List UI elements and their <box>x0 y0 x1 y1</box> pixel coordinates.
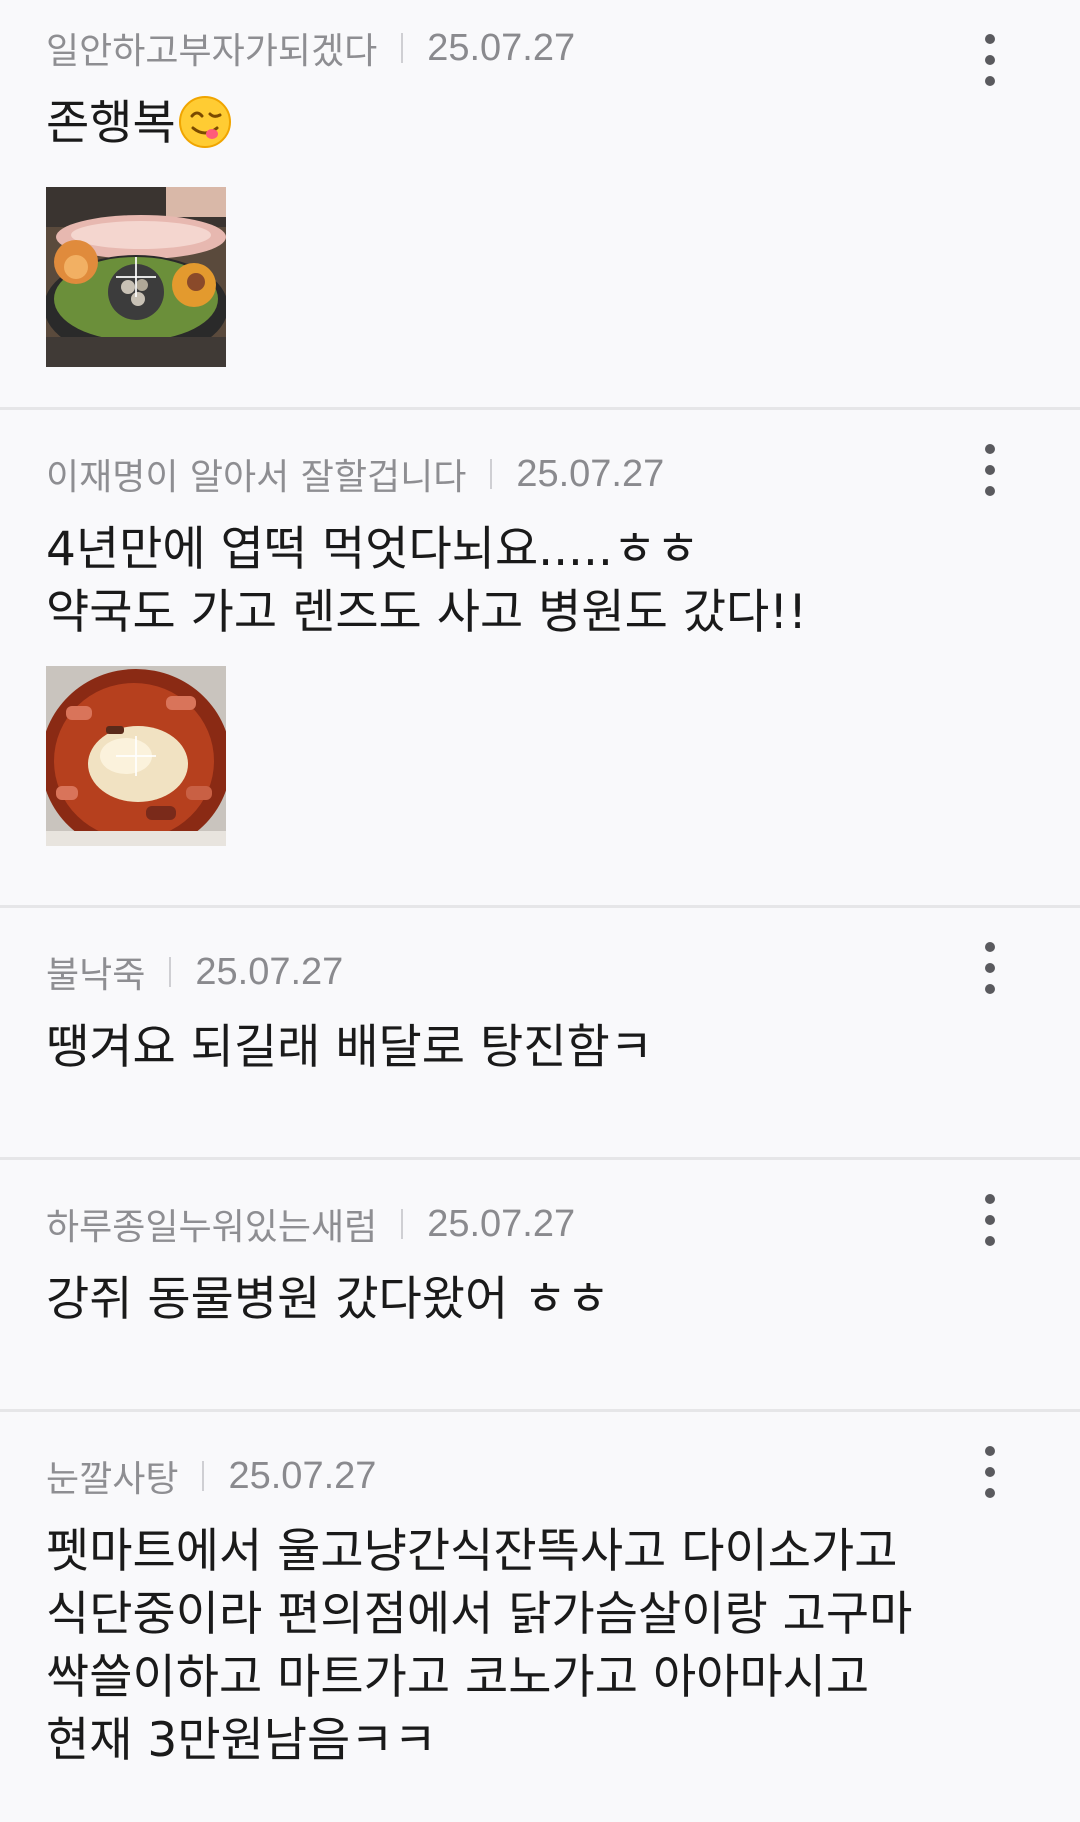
more-dot <box>985 963 995 973</box>
comment-text: 펫마트에서 울고냥간식잔뜩사고 다이소가고 식단중이라 편의점에서 닭가슴살이랑… <box>46 1524 928 1768</box>
comment-meta: 불낙죽 25.07.27 <box>46 950 970 997</box>
meta-divider <box>490 459 493 489</box>
comment-date: 25.07.27 <box>427 26 576 69</box>
comment-date: 25.07.27 <box>427 1202 576 1245</box>
comment-item: 하루종일누워있는새럼 25.07.27 강쥐 동물병원 갔다왔어 ㅎㅎ <box>0 1160 1080 1412</box>
more-vertical-icon <box>985 942 995 952</box>
comment-date: 25.07.27 <box>228 1454 377 1497</box>
comment-author[interactable]: 하루종일누워있는새럼 <box>46 1198 377 1250</box>
comment-author[interactable]: 눈깔사탕 <box>46 1450 178 1502</box>
more-dot <box>985 1215 995 1225</box>
more-dot <box>985 1467 995 1477</box>
plus-icon <box>116 257 156 297</box>
comment-meta: 일안하고부자가되겠다 25.07.27 <box>46 26 970 73</box>
more-vertical-icon <box>985 444 995 454</box>
more-dot <box>985 55 995 65</box>
comment-image-thumbnail[interactable] <box>46 666 226 846</box>
comment-text: 4년만에 엽떡 먹엇다뇌요.....ㅎㅎ 약국도 가고 렌즈도 사고 병원도 갔… <box>46 522 807 640</box>
comment-date: 25.07.27 <box>516 452 665 495</box>
more-dot <box>985 486 995 496</box>
comment-item: 이재명이 알아서 잘할겁니다 25.07.27 4년만에 엽떡 먹엇다뇌요...… <box>0 410 1080 908</box>
comment-author[interactable]: 불낙죽 <box>46 946 145 998</box>
comment-date: 25.07.27 <box>195 950 344 993</box>
comment-author[interactable]: 일안하고부자가되겠다 <box>46 22 377 74</box>
more-vertical-icon <box>985 1446 995 1456</box>
comment-author[interactable]: 이재명이 알아서 잘할겁니다 <box>46 448 466 500</box>
comment-item: 불낙죽 25.07.27 땡겨요 되길래 배달로 탕진함ㅋ <box>0 908 1080 1160</box>
comment-meta: 하루종일누워있는새럼 25.07.27 <box>46 1202 970 1249</box>
comment-meta: 눈깔사탕 25.07.27 <box>46 1454 970 1501</box>
comment-feed: 일안하고부자가되겠다 25.07.27 존행복 이재명이 알아서 잘할겁니다 2… <box>0 0 1080 1822</box>
more-dot <box>985 984 995 994</box>
comment-text: 땡겨요 되길래 배달로 탕진함ㅋ <box>46 1020 653 1075</box>
plus-icon <box>116 736 156 776</box>
more-options-button[interactable] <box>970 1442 1010 1502</box>
comment-meta: 이재명이 알아서 잘할겁니다 25.07.27 <box>46 452 970 499</box>
comment-item: 일안하고부자가되겠다 25.07.27 존행복 <box>0 0 1080 410</box>
comment-text-content: 존행복 <box>46 96 176 151</box>
more-dot <box>985 1488 995 1498</box>
more-vertical-icon <box>985 1194 995 1204</box>
more-options-button[interactable] <box>970 440 1010 500</box>
face-savoring-food-emoji <box>178 95 232 165</box>
more-dot <box>985 465 995 475</box>
comment-item: 눈깔사탕 25.07.27 펫마트에서 울고냥간식잔뜩사고 다이소가고 식단중이… <box>0 1412 1080 1822</box>
more-options-button[interactable] <box>970 938 1010 998</box>
meta-divider <box>401 1209 404 1239</box>
more-dot <box>985 1236 995 1246</box>
more-vertical-icon <box>985 34 995 44</box>
more-options-button[interactable] <box>970 30 1010 90</box>
comment-image-thumbnail[interactable] <box>46 187 226 367</box>
comment-text: 존행복 <box>46 92 970 165</box>
more-options-button[interactable] <box>970 1190 1010 1250</box>
meta-divider <box>401 33 404 63</box>
meta-divider <box>202 1461 205 1491</box>
comment-text: 강쥐 동물병원 갔다왔어 ㅎㅎ <box>46 1272 610 1327</box>
meta-divider <box>169 957 172 987</box>
more-dot <box>985 76 995 86</box>
